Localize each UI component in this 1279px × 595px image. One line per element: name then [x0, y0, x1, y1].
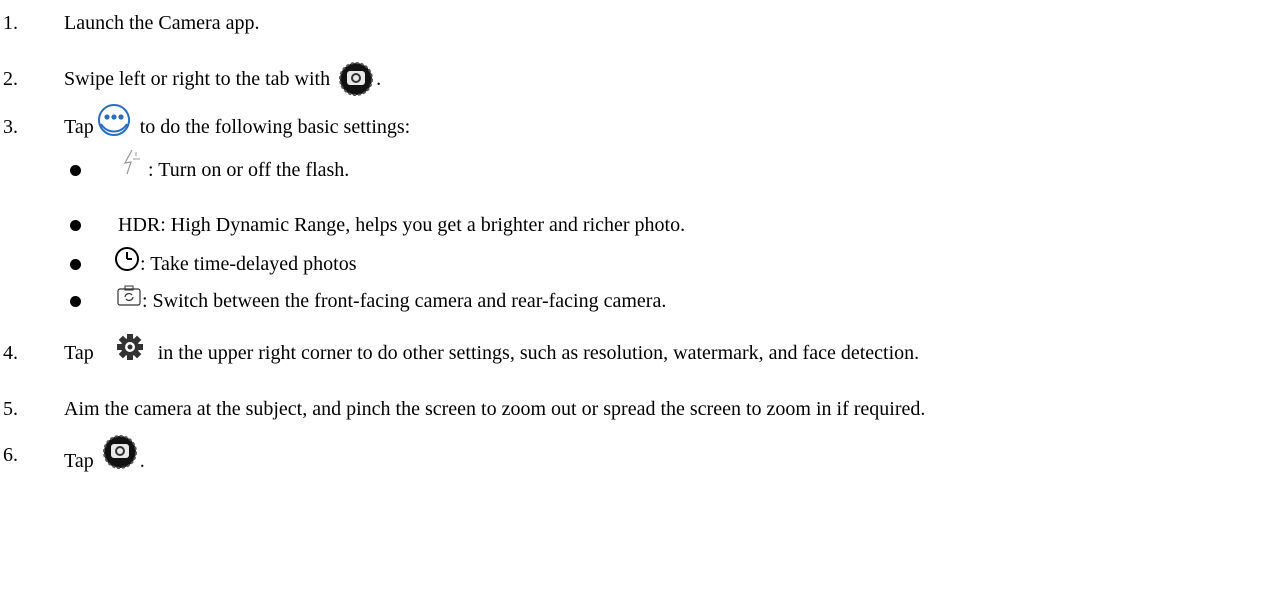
step-text: Launch the Camera app.: [64, 11, 260, 34]
step-number: 5.: [3, 397, 18, 420]
step-content: Tap .: [64, 434, 145, 473]
step-text: Aim the camera at the subject, and pinch…: [64, 397, 926, 420]
bullet-content: : Take time-delayed photos: [114, 247, 357, 276]
bullet-dot: [70, 295, 81, 307]
step-number: 2.: [3, 67, 18, 90]
step-text: Tap: [64, 450, 94, 472]
flash-icon: [123, 149, 140, 175]
timer-icon: [115, 247, 139, 271]
step-number: 3.: [3, 115, 18, 138]
bullet-dot: [70, 258, 81, 270]
camera-shutter-icon: [102, 434, 137, 469]
step-text-end: in the upper right corner to do other se…: [157, 341, 920, 364]
camera-shutter-icon: [339, 62, 374, 96]
bullet-text: : Take time-delayed photos: [140, 252, 357, 275]
step-content: Tap in the upper right corner to do othe…: [64, 334, 920, 365]
step-text-end: to do the following basic settings:: [139, 115, 411, 138]
bullet-content: : Turn on or off the flash.: [120, 149, 350, 182]
more-options-icon: [97, 104, 130, 136]
bullet-text: : Turn on or off the flash.: [148, 158, 350, 181]
step-content: Tap to do the following basic settings:: [64, 104, 411, 139]
switch-camera-icon: [117, 285, 141, 306]
step-number: 1.: [3, 11, 18, 34]
step-number: 4.: [3, 341, 18, 364]
bullet-content: : Switch between the front-facing camera…: [116, 285, 667, 313]
gear-icon: [116, 334, 143, 360]
step-text: Tap: [64, 115, 94, 138]
step-text-end: .: [139, 450, 145, 472]
step-number: 6.: [3, 444, 18, 466]
step-content: Swipe left or right to the tab with .: [64, 60, 381, 98]
bullet-dot: [70, 164, 81, 176]
step-text: Tap: [64, 341, 94, 364]
bullet-text: HDR: High Dynamic Range, helps you get a…: [118, 213, 686, 236]
bullet-dot: [70, 219, 81, 231]
step-text: Swipe left or right to the tab with: [64, 67, 331, 90]
bullet-text: : Switch between the front-facing camera…: [142, 289, 667, 312]
step-text-end: .: [376, 67, 382, 90]
